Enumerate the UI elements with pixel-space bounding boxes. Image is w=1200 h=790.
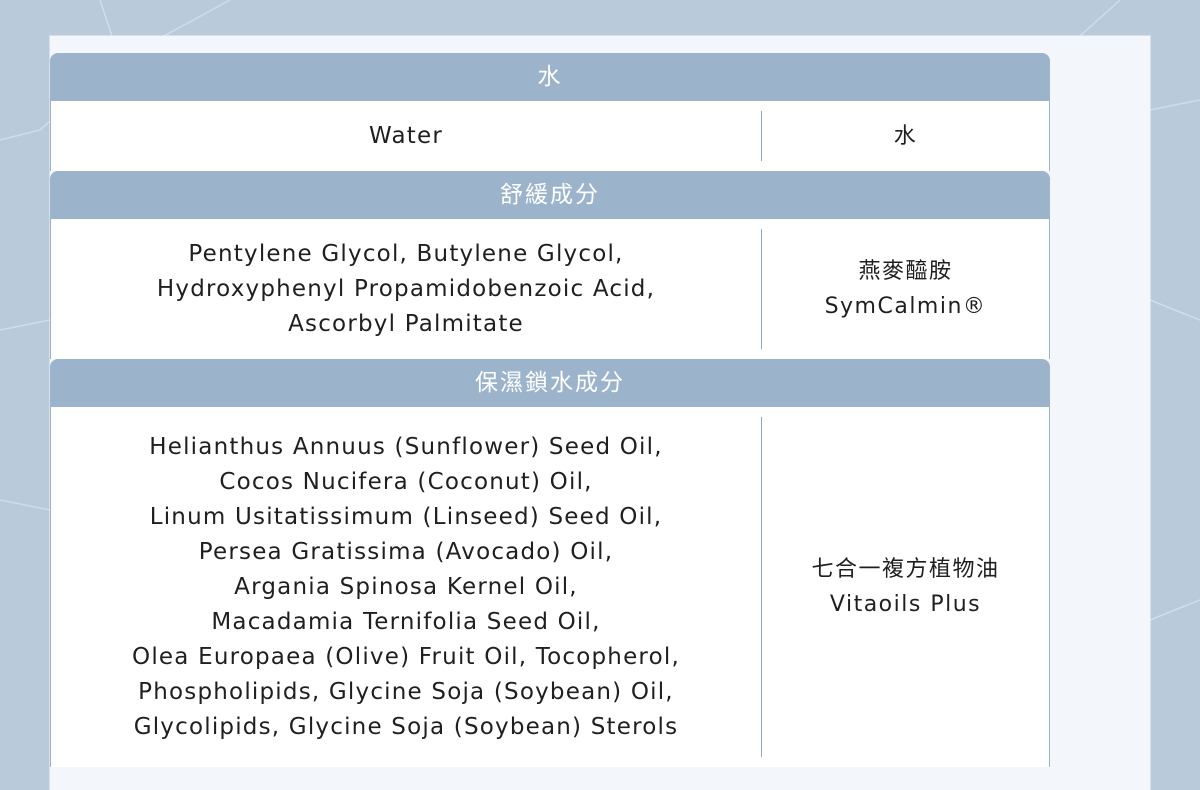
ingredient-name-cell: 七合一複方植物油 Vitaoils Plus bbox=[762, 407, 1049, 767]
ingredient-inci-line: Phospholipids, Glycine Soja (Soybean) Oi… bbox=[138, 678, 674, 705]
ingredient-inci-line: Helianthus Annuus (Sunflower) Seed Oil, bbox=[149, 433, 663, 460]
ingredient-inci-cell: Helianthus Annuus (Sunflower) Seed Oil, … bbox=[51, 407, 761, 767]
table-row: Helianthus Annuus (Sunflower) Seed Oil, … bbox=[50, 407, 1050, 767]
ingredient-inci-cell: Water bbox=[51, 101, 761, 171]
ingredient-inci-line: Olea Europaea (Olive) Fruit Oil, Tocophe… bbox=[132, 643, 680, 670]
ingredient-inci-line: Hydroxyphenyl Propamidobenzoic Acid, bbox=[156, 275, 656, 302]
ingredient-inci-line: Persea Gratissima (Avocado) Oil, bbox=[198, 538, 614, 565]
ingredient-inci-line: Water bbox=[369, 122, 443, 149]
ingredient-name-line: SymCalmin® bbox=[824, 294, 987, 319]
ingredient-inci-line: Argania Spinosa Kernel Oil, bbox=[234, 573, 578, 600]
ingredient-name-line: 七合一複方植物油 bbox=[811, 557, 1000, 582]
ingredient-inci-line: Ascorbyl Palmitate bbox=[288, 310, 524, 337]
ingredients-table: 水 Water 水 舒緩成分 Pentylene Glycol, Butylen… bbox=[50, 53, 1050, 767]
ingredient-inci-line: Pentylene Glycol, Butylene Glycol, bbox=[188, 240, 624, 267]
ingredient-inci-line: Glycolipids, Glycine Soja (Soybean) Ster… bbox=[133, 713, 679, 740]
section-header-soothing: 舒緩成分 bbox=[50, 171, 1050, 219]
section-header-water: 水 bbox=[50, 53, 1050, 101]
ingredient-inci-cell: Pentylene Glycol, Butylene Glycol, Hydro… bbox=[51, 219, 761, 359]
ingredient-inci-line: Linum Usitatissimum (Linseed) Seed Oil, bbox=[149, 503, 663, 530]
ingredient-name-line: 燕麥醯胺 bbox=[858, 259, 953, 284]
ingredient-name-cell: 燕麥醯胺 SymCalmin® bbox=[762, 219, 1049, 359]
ingredient-name-line: Vitaoils Plus bbox=[829, 592, 982, 617]
ingredient-name-cell: 水 bbox=[762, 101, 1049, 171]
ingredient-inci-line: Cocos Nucifera (Coconut) Oil, bbox=[219, 468, 593, 495]
section-header-moisturizing: 保濕鎖水成分 bbox=[50, 359, 1050, 407]
ingredient-inci-line: Macadamia Ternifolia Seed Oil, bbox=[211, 608, 601, 635]
table-row: Pentylene Glycol, Butylene Glycol, Hydro… bbox=[50, 219, 1050, 359]
ingredient-name-line: 水 bbox=[893, 123, 918, 149]
table-row: Water 水 bbox=[50, 101, 1050, 171]
